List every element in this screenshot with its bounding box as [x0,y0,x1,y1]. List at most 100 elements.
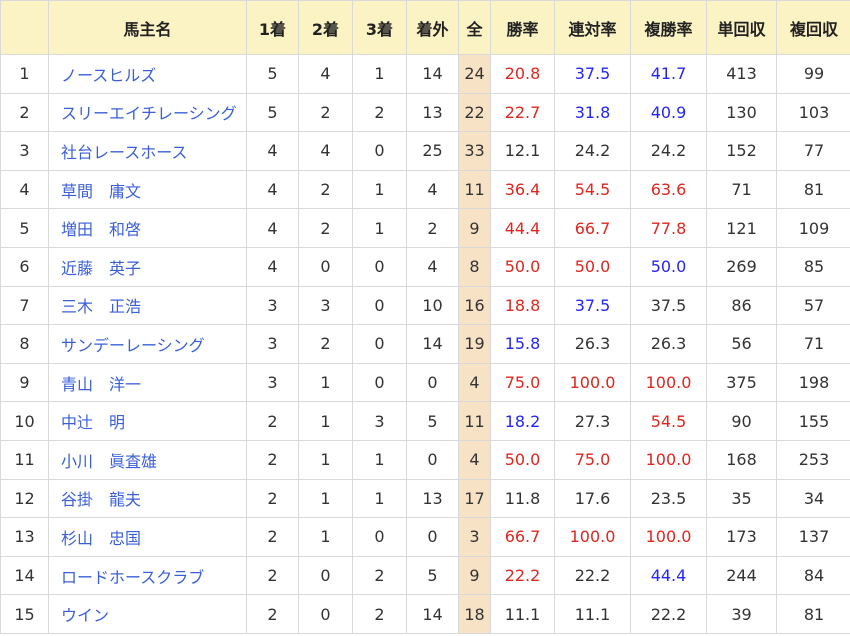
win-rate-cell: 18.8 [490,285,555,326]
owner-name-cell: 谷掛 龍夫 [48,478,247,519]
rank-cell: 1 [0,54,49,94]
show-rate-cell: 77.8 [630,208,707,248]
total-count-cell: 22 [458,92,491,133]
show-return-cell: 34 [776,478,850,519]
show-rate-cell: 54.5 [630,401,707,441]
second-count-cell: 4 [298,54,353,94]
win-rate-cell: 11.1 [490,594,555,634]
win-return-cell: 121 [706,208,777,248]
third-count-cell: 1 [352,208,407,248]
table-row: 14 ロードホースクラブ 2 0 2 5 9 22.2 22.2 44.4 244 84 [0,555,850,596]
total-count-cell: 24 [458,54,491,94]
show-rate-cell: 22.2 [630,594,707,634]
show-rate-cell: 100.0 [630,517,707,557]
unplaced-count-cell: 13 [406,92,459,133]
show-return-cell: 81 [776,594,850,634]
rank-cell: 7 [0,285,49,326]
owner-name-cell: 社台レースホース [48,131,247,171]
win-rate-cell: 22.2 [490,555,555,596]
owner-name-cell: 草間 庸文 [48,169,247,210]
show-rate-cell: 50.0 [630,246,707,287]
unplaced-count-cell: 2 [406,208,459,248]
owner-link[interactable]: ノースヒルズ [61,66,156,85]
rank-cell: 11 [0,439,49,480]
owner-link[interactable]: 近藤 英子 [61,259,141,278]
win-rate-cell: 44.4 [490,208,555,248]
third-count-cell: 1 [352,478,407,519]
first-count-cell: 3 [246,324,299,364]
header-show-rate: 複勝率 [630,0,707,55]
third-count-cell: 2 [352,594,407,634]
first-count-cell: 2 [246,517,299,557]
rank-cell: 5 [0,208,49,248]
first-count-cell: 2 [246,401,299,441]
header-first: 1着 [246,0,299,55]
header-second: 2着 [298,0,353,55]
header-owner-name: 馬主名 [48,0,247,55]
unplaced-count-cell: 5 [406,555,459,596]
win-rate-cell: 12.1 [490,131,555,171]
show-rate-cell: 26.3 [630,324,707,364]
owner-link[interactable]: 社台レースホース [61,143,187,162]
quinella-rate-cell: 66.7 [554,208,631,248]
third-count-cell: 1 [352,439,407,480]
table-row: 2 スリーエイチレーシング 5 2 2 13 22 22.7 31.8 40.9 130 103 [0,92,850,133]
owner-link[interactable]: 中辻 明 [61,413,125,432]
owner-name-cell: 小川 眞査雄 [48,439,247,480]
first-count-cell: 4 [246,208,299,248]
show-rate-cell: 41.7 [630,54,707,94]
show-return-cell: 198 [776,362,850,403]
quinella-rate-cell: 31.8 [554,92,631,133]
rank-cell: 6 [0,246,49,287]
second-count-cell: 1 [298,439,353,480]
third-count-cell: 0 [352,324,407,364]
owner-link[interactable]: サンデーレーシング [61,336,205,355]
total-count-cell: 9 [458,555,491,596]
win-return-cell: 173 [706,517,777,557]
owner-name-cell: 近藤 英子 [48,246,247,287]
owner-link[interactable]: 小川 眞査雄 [61,452,157,471]
owner-link[interactable]: 三木 正浩 [61,297,141,316]
third-count-cell: 1 [352,54,407,94]
win-rate-cell: 20.8 [490,54,555,94]
third-count-cell: 0 [352,131,407,171]
owner-link[interactable]: 草間 庸文 [61,182,141,201]
third-count-cell: 3 [352,401,407,441]
second-count-cell: 0 [298,246,353,287]
unplaced-count-cell: 0 [406,439,459,480]
win-rate-cell: 36.4 [490,169,555,210]
show-return-cell: 99 [776,54,850,94]
owner-name-cell: 杉山 忠国 [48,517,247,557]
unplaced-count-cell: 0 [406,517,459,557]
quinella-rate-cell: 100.0 [554,362,631,403]
show-rate-cell: 100.0 [630,362,707,403]
third-count-cell: 0 [352,517,407,557]
total-count-cell: 8 [458,246,491,287]
owner-link[interactable]: ロードホースクラブ [61,568,204,587]
win-rate-cell: 15.8 [490,324,555,364]
header-show-return: 複回収 [776,0,850,55]
owner-link[interactable]: 青山 洋一 [61,375,141,394]
owner-name-cell: 三木 正浩 [48,285,247,326]
win-return-cell: 71 [706,169,777,210]
show-rate-cell: 24.2 [630,131,707,171]
owner-link[interactable]: ウイン [61,606,109,625]
first-count-cell: 4 [246,131,299,171]
owner-link[interactable]: 増田 和啓 [61,220,141,239]
win-return-cell: 413 [706,54,777,94]
win-return-cell: 86 [706,285,777,326]
owner-stats-table: 馬主名 1着 2着 3着 着外 全 勝率 連対率 複勝率 単回収 複回収 1 ノー… [0,0,850,634]
owner-link[interactable]: スリーエイチレーシング [61,104,237,123]
unplaced-count-cell: 0 [406,362,459,403]
win-rate-cell: 50.0 [490,439,555,480]
owner-link[interactable]: 杉山 忠国 [61,529,141,548]
owner-link[interactable]: 谷掛 龍夫 [61,490,141,509]
table-row: 13 杉山 忠国 2 1 0 0 3 66.7 100.0 100.0 173 137 [0,517,850,557]
third-count-cell: 1 [352,169,407,210]
quinella-rate-cell: 100.0 [554,517,631,557]
win-return-cell: 90 [706,401,777,441]
show-rate-cell: 37.5 [630,285,707,326]
table-row: 3 社台レースホース 4 4 0 25 33 12.1 24.2 24.2 152 77 [0,131,850,171]
table-row: 12 谷掛 龍夫 2 1 1 13 17 11.8 17.6 23.5 35 34 [0,478,850,519]
total-count-cell: 9 [458,208,491,248]
